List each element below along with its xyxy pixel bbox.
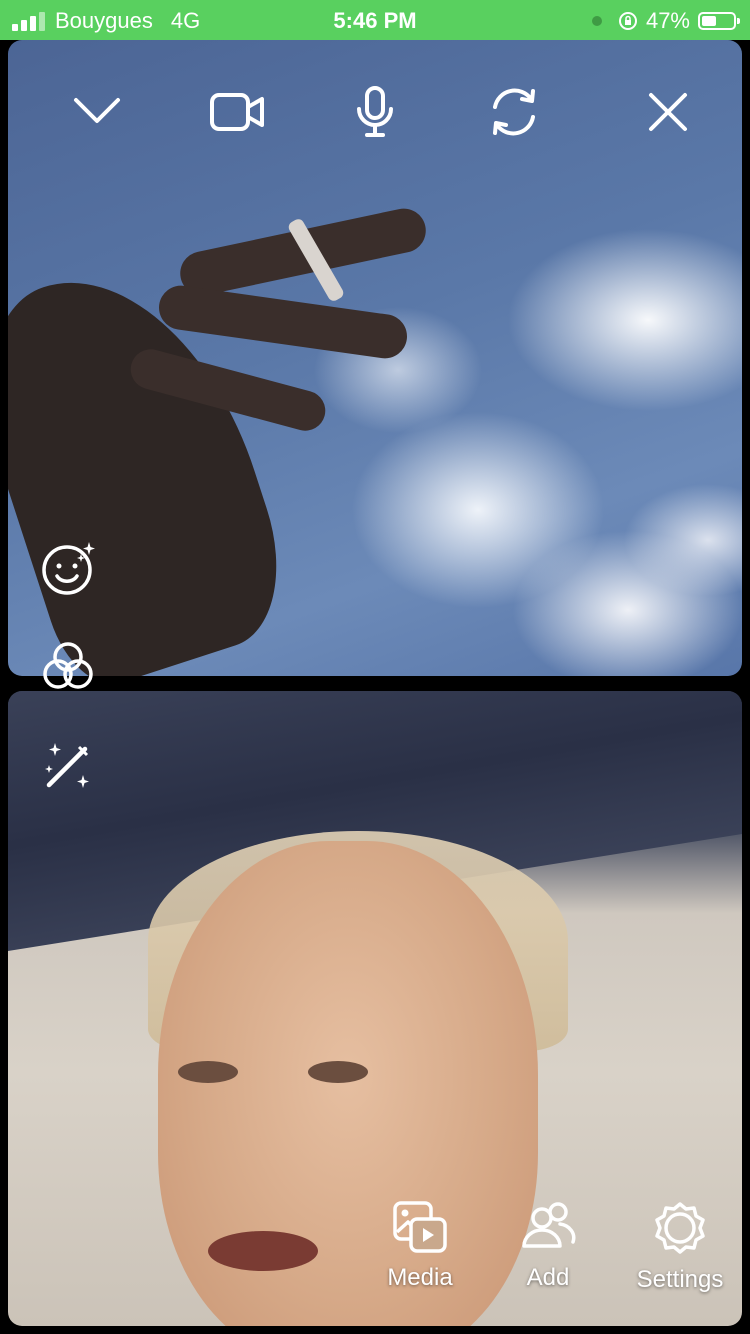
media-button[interactable]: Media: [380, 1200, 460, 1292]
media-icon: [393, 1201, 447, 1253]
flip-camera-icon: [493, 88, 535, 136]
camera-indicator-icon: [591, 16, 602, 26]
add-participant-button[interactable]: Add: [508, 1200, 588, 1292]
magic-wand-icon: [45, 743, 89, 788]
settings-button[interactable]: Settings: [628, 1200, 732, 1294]
battery-percent: 47%: [645, 8, 690, 33]
end-call-button[interactable]: [644, 88, 692, 136]
chevron-down-icon: [74, 98, 120, 123]
magic-wand-button[interactable]: [40, 738, 96, 794]
orientation-lock-icon: [618, 12, 637, 30]
mute-button[interactable]: [352, 84, 398, 140]
battery-icon: [698, 12, 740, 30]
add-label: Add: [526, 1264, 570, 1291]
face-effects-button[interactable]: [38, 538, 100, 598]
status-bar: Bouygues 4G 5:46 PM 47%: [0, 0, 750, 40]
filters-button[interactable]: [40, 640, 96, 692]
filters-icon: [43, 642, 93, 689]
video-finger: [156, 282, 410, 362]
status-right: 47%: [591, 8, 740, 34]
video-mouth: [208, 1231, 318, 1271]
minimize-button[interactable]: [72, 88, 122, 134]
video-eye: [308, 1061, 368, 1083]
microphone-icon: [357, 86, 393, 137]
face-effects-icon: [42, 542, 95, 595]
close-icon: [649, 93, 687, 131]
video-camera-icon: [210, 93, 264, 131]
video-eye: [178, 1061, 238, 1083]
gear-icon: [655, 1202, 705, 1254]
settings-label: Settings: [636, 1266, 724, 1293]
media-label: Media: [387, 1264, 453, 1291]
flip-camera-button[interactable]: [486, 84, 542, 140]
video-toggle-button[interactable]: [206, 86, 268, 138]
add-people-icon: [522, 1202, 576, 1248]
